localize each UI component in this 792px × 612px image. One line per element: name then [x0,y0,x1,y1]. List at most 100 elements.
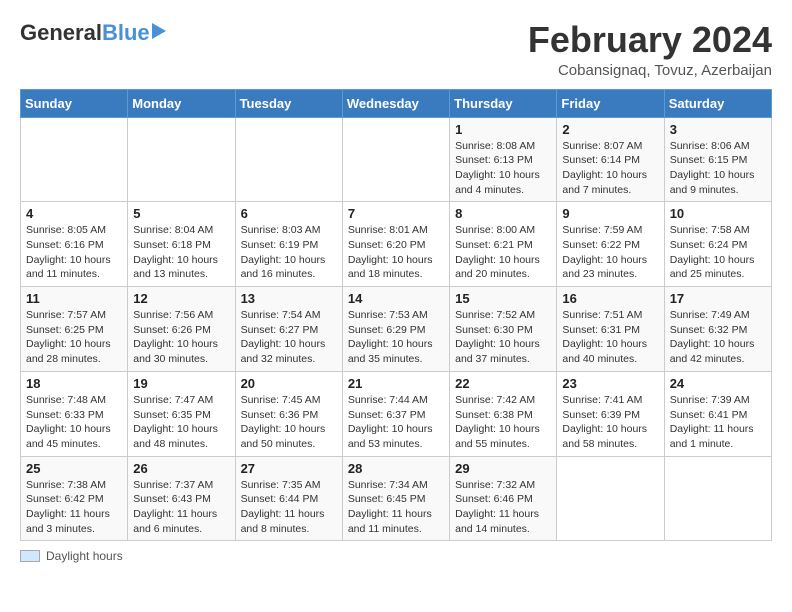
day-cell: 9 Sunrise: 7:59 AM Sunset: 6:22 PM Daylig… [557,202,664,287]
day-cell: 22 Sunrise: 7:42 AM Sunset: 6:38 PM Dayli… [450,371,557,456]
legend-label: Daylight hours [46,549,123,563]
day-number: 12 [133,291,229,306]
day-number: 22 [455,376,551,391]
day-number: 1 [455,122,551,137]
header-cell-thursday: Thursday [450,89,557,117]
day-cell [235,117,342,202]
day-number: 26 [133,461,229,476]
day-cell: 10Sunrise: 7:58 AM Sunset: 6:24 PM Dayli… [664,202,771,287]
day-number: 9 [562,206,658,221]
day-info: Sunrise: 8:06 AM Sunset: 6:15 PM Dayligh… [670,139,766,198]
day-cell: 28 Sunrise: 7:34 AM Sunset: 6:45 PM Dayli… [342,456,449,541]
day-info: Sunrise: 8:00 AM Sunset: 6:21 PM Dayligh… [455,223,551,282]
day-info: Sunrise: 7:45 AM Sunset: 6:36 PM Dayligh… [241,393,337,452]
day-number: 18 [26,376,122,391]
logo-arrow-icon [152,23,166,39]
logo: General Blue [20,20,166,46]
day-number: 11 [26,291,122,306]
legend-box [20,550,40,562]
day-cell: 7Sunrise: 8:01 AM Sunset: 6:20 PM Daylig… [342,202,449,287]
day-number: 10 [670,206,766,221]
day-info: Sunrise: 7:42 AM Sunset: 6:38 PM Dayligh… [455,393,551,452]
day-info: Sunrise: 7:59 AM Sunset: 6:22 PM Dayligh… [562,223,658,282]
day-cell [664,456,771,541]
day-number: 8 [455,206,551,221]
day-cell: 21Sunrise: 7:44 AM Sunset: 6:37 PM Dayli… [342,371,449,456]
day-info: Sunrise: 7:44 AM Sunset: 6:37 PM Dayligh… [348,393,444,452]
header-cell-friday: Friday [557,89,664,117]
day-info: Sunrise: 7:56 AM Sunset: 6:26 PM Dayligh… [133,308,229,367]
day-number: 20 [241,376,337,391]
day-number: 16 [562,291,658,306]
day-info: Sunrise: 7:48 AM Sunset: 6:33 PM Dayligh… [26,393,122,452]
day-number: 14 [348,291,444,306]
day-cell: 27 Sunrise: 7:35 AM Sunset: 6:44 PM Dayli… [235,456,342,541]
day-cell: 17 Sunrise: 7:49 AM Sunset: 6:32 PM Dayli… [664,287,771,372]
day-info: Sunrise: 8:04 AM Sunset: 6:18 PM Dayligh… [133,223,229,282]
day-info: Sunrise: 7:47 AM Sunset: 6:35 PM Dayligh… [133,393,229,452]
day-number: 13 [241,291,337,306]
day-number: 19 [133,376,229,391]
day-info: Sunrise: 7:41 AM Sunset: 6:39 PM Dayligh… [562,393,658,452]
day-info: Sunrise: 8:05 AM Sunset: 6:16 PM Dayligh… [26,223,122,282]
day-cell: 11Sunrise: 7:57 AM Sunset: 6:25 PM Dayli… [21,287,128,372]
day-cell: 3 Sunrise: 8:06 AM Sunset: 6:15 PM Daylig… [664,117,771,202]
day-number: 3 [670,122,766,137]
day-cell: 16 Sunrise: 7:51 AM Sunset: 6:31 PM Dayli… [557,287,664,372]
week-row-3: 11Sunrise: 7:57 AM Sunset: 6:25 PM Dayli… [21,287,772,372]
day-info: Sunrise: 7:35 AM Sunset: 6:44 PM Dayligh… [241,478,337,537]
day-cell: 24Sunrise: 7:39 AM Sunset: 6:41 PM Dayli… [664,371,771,456]
day-cell: 19 Sunrise: 7:47 AM Sunset: 6:35 PM Dayli… [128,371,235,456]
week-row-2: 4 Sunrise: 8:05 AM Sunset: 6:16 PM Daylig… [21,202,772,287]
day-cell: 25Sunrise: 7:38 AM Sunset: 6:42 PM Dayli… [21,456,128,541]
month-title: February 2024 [528,20,772,60]
day-number: 29 [455,461,551,476]
day-cell [557,456,664,541]
day-info: Sunrise: 8:03 AM Sunset: 6:19 PM Dayligh… [241,223,337,282]
day-info: Sunrise: 7:54 AM Sunset: 6:27 PM Dayligh… [241,308,337,367]
header-cell-sunday: Sunday [21,89,128,117]
day-cell: 23Sunrise: 7:41 AM Sunset: 6:39 PM Dayli… [557,371,664,456]
header-cell-wednesday: Wednesday [342,89,449,117]
day-cell [342,117,449,202]
calendar-header: SundayMondayTuesdayWednesdayThursdayFrid… [21,89,772,117]
header-cell-monday: Monday [128,89,235,117]
day-info: Sunrise: 7:53 AM Sunset: 6:29 PM Dayligh… [348,308,444,367]
logo-general-text: General [20,20,102,46]
logo-blue-text: Blue [102,20,150,46]
day-info: Sunrise: 7:51 AM Sunset: 6:31 PM Dayligh… [562,308,658,367]
day-number: 28 [348,461,444,476]
day-number: 4 [26,206,122,221]
day-number: 17 [670,291,766,306]
location-text: Cobansignaq, Tovuz, Azerbaijan [528,62,772,79]
calendar-body: 1 Sunrise: 8:08 AM Sunset: 6:13 PM Daylig… [21,117,772,541]
day-cell: 14 Sunrise: 7:53 AM Sunset: 6:29 PM Dayli… [342,287,449,372]
day-cell [21,117,128,202]
week-row-1: 1 Sunrise: 8:08 AM Sunset: 6:13 PM Daylig… [21,117,772,202]
day-number: 5 [133,206,229,221]
header-cell-tuesday: Tuesday [235,89,342,117]
day-info: Sunrise: 7:34 AM Sunset: 6:45 PM Dayligh… [348,478,444,537]
week-row-5: 25Sunrise: 7:38 AM Sunset: 6:42 PM Dayli… [21,456,772,541]
day-cell: 12 Sunrise: 7:56 AM Sunset: 6:26 PM Dayli… [128,287,235,372]
week-row-4: 18 Sunrise: 7:48 AM Sunset: 6:33 PM Dayli… [21,371,772,456]
title-area: February 2024 Cobansignaq, Tovuz, Azerba… [528,20,772,79]
day-cell: 13 Sunrise: 7:54 AM Sunset: 6:27 PM Dayli… [235,287,342,372]
day-cell: 18 Sunrise: 7:48 AM Sunset: 6:33 PM Dayli… [21,371,128,456]
day-info: Sunrise: 7:49 AM Sunset: 6:32 PM Dayligh… [670,308,766,367]
day-cell: 15Sunrise: 7:52 AM Sunset: 6:30 PM Dayli… [450,287,557,372]
day-cell: 26 Sunrise: 7:37 AM Sunset: 6:43 PM Dayli… [128,456,235,541]
day-number: 2 [562,122,658,137]
day-cell: 2 Sunrise: 8:07 AM Sunset: 6:14 PM Daylig… [557,117,664,202]
day-info: Sunrise: 8:08 AM Sunset: 6:13 PM Dayligh… [455,139,551,198]
day-cell: 29Sunrise: 7:32 AM Sunset: 6:46 PM Dayli… [450,456,557,541]
day-info: Sunrise: 8:07 AM Sunset: 6:14 PM Dayligh… [562,139,658,198]
header-cell-saturday: Saturday [664,89,771,117]
day-number: 27 [241,461,337,476]
day-cell: 20 Sunrise: 7:45 AM Sunset: 6:36 PM Dayli… [235,371,342,456]
day-info: Sunrise: 8:01 AM Sunset: 6:20 PM Dayligh… [348,223,444,282]
day-number: 25 [26,461,122,476]
day-cell: 5 Sunrise: 8:04 AM Sunset: 6:18 PM Daylig… [128,202,235,287]
day-info: Sunrise: 7:37 AM Sunset: 6:43 PM Dayligh… [133,478,229,537]
page-header: General Blue February 2024 Cobansignaq, … [20,20,772,79]
